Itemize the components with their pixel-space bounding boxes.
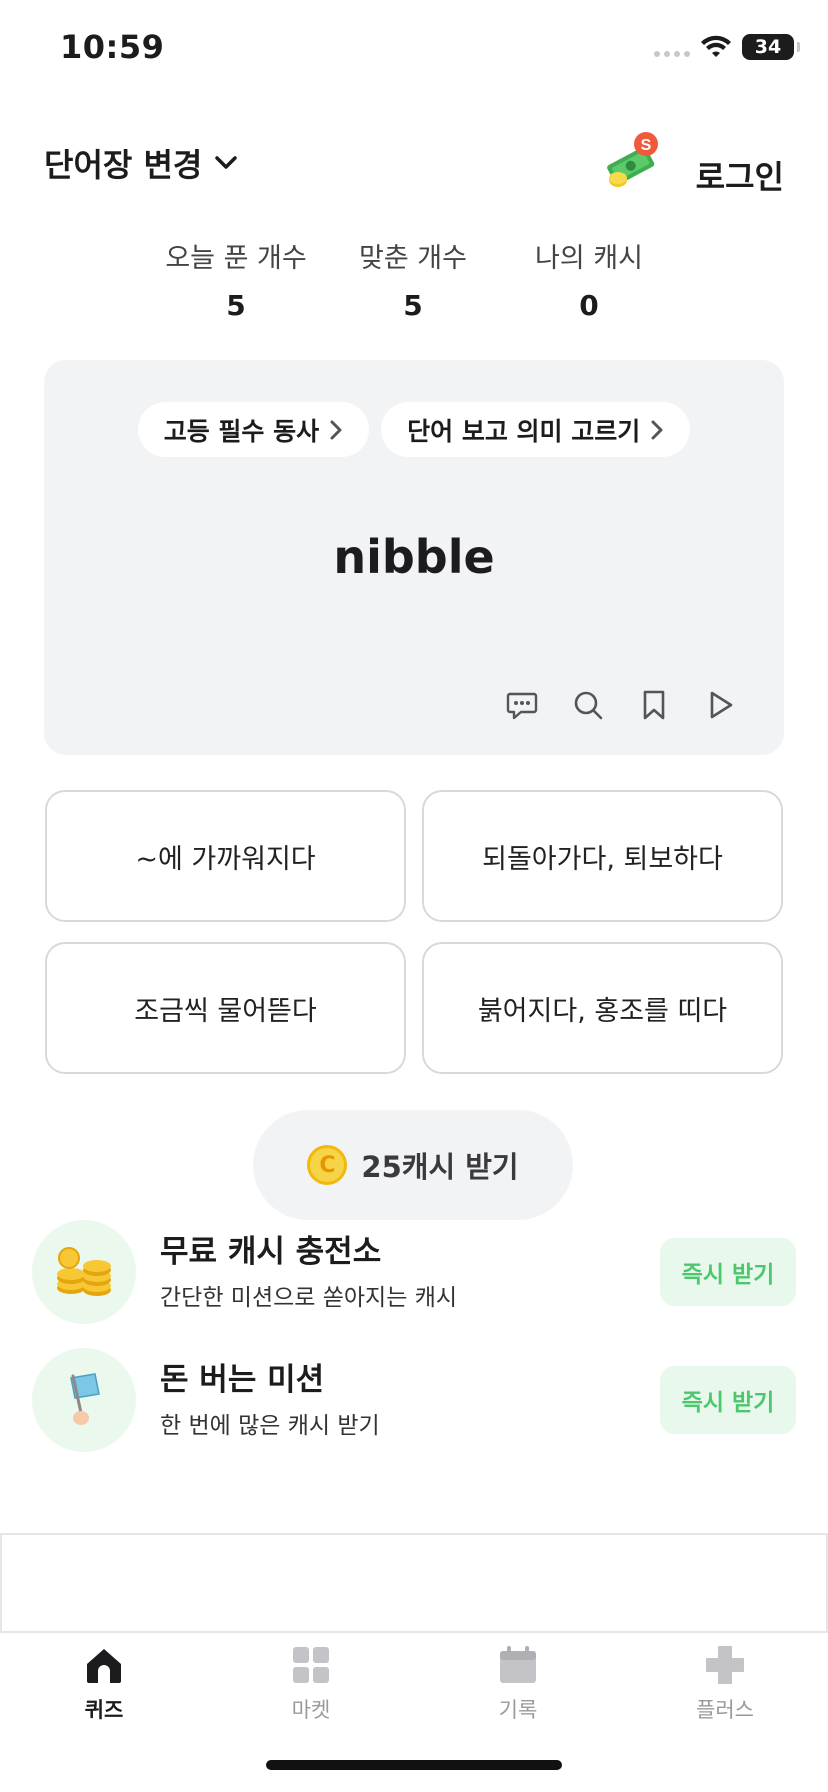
wordbook-switch-label: 단어장 변경	[44, 146, 203, 184]
quiz-mode-chip[interactable]: 단어 보고 의미 고르기	[381, 402, 691, 457]
stat-solved-today: 오늘 푼 개수 5	[146, 236, 326, 322]
header: 단어장 변경 S 로그인	[44, 130, 784, 200]
status-time: 10:59	[60, 28, 165, 66]
mission-title: 돈 버는 미션	[160, 1362, 325, 1398]
answer-option[interactable]: 붉어지다, 홍조를 띠다	[422, 942, 783, 1074]
answer-option[interactable]: 조금씩 물어뜯다	[45, 942, 406, 1074]
quiz-word: nibble	[333, 530, 495, 584]
home-icon	[87, 1649, 121, 1683]
get-cash-label: 25캐시 받기	[361, 1150, 519, 1184]
tab-label: 마켓	[291, 1698, 331, 1722]
grid-icon	[293, 1647, 329, 1683]
coins-icon	[32, 1220, 136, 1324]
wordbook-switch-button[interactable]: 단어장 변경	[44, 140, 240, 186]
tab-plus[interactable]: 플러스	[645, 1640, 805, 1724]
tab-label: 퀴즈	[84, 1698, 124, 1722]
tab-quiz[interactable]: 퀴즈	[24, 1640, 184, 1724]
claim-now-button[interactable]: 즉시 받기	[660, 1238, 796, 1306]
mission-subtitle: 한 번에 많은 캐시 받기	[160, 1413, 380, 1439]
category-chip[interactable]: 고등 필수 동사	[137, 402, 370, 457]
claim-now-button[interactable]: 즉시 받기	[660, 1366, 796, 1434]
mission-earn-money: 돈 버는 미션 한 번에 많은 캐시 받기 즉시 받기	[32, 1348, 796, 1452]
stat-value: 5	[226, 289, 246, 322]
tab-label: 플러스	[696, 1698, 754, 1722]
stat-my-cash: 나의 캐시 0	[499, 236, 679, 322]
chip-row: 고등 필수 동사 단어 보고 의미 고르기	[44, 402, 784, 457]
chevron-down-icon	[215, 156, 238, 169]
tab-history[interactable]: 기록	[438, 1640, 598, 1724]
stat-value: 5	[403, 289, 423, 322]
home-indicator	[266, 1760, 562, 1770]
answer-option[interactable]: 되돌아가다, 퇴보하다	[422, 790, 783, 922]
coin-icon: C	[307, 1145, 348, 1185]
quiz-mode-chip-label: 단어 보고 의미 고르기	[407, 416, 641, 446]
chevron-right-icon	[651, 420, 663, 439]
money-badge-text: S	[641, 137, 652, 154]
mission-title: 무료 캐시 충전소	[160, 1234, 382, 1270]
money-icon[interactable]: S	[602, 130, 664, 192]
get-cash-button[interactable]: C 25캐시 받기	[253, 1110, 573, 1220]
mission-subtitle: 간단한 미션으로 쏟아지는 캐시	[160, 1285, 458, 1311]
play-icon[interactable]	[704, 689, 736, 721]
tab-label: 기록	[498, 1698, 538, 1722]
wifi-icon	[701, 35, 731, 57]
cellular-signal-icon	[654, 37, 690, 57]
chat-icon[interactable]	[506, 689, 538, 721]
battery-icon: 34	[742, 34, 800, 60]
status-icons: 34	[654, 34, 800, 60]
mission-free-cash: 무료 캐시 충전소 간단한 미션으로 쏟아지는 캐시 즉시 받기	[32, 1220, 796, 1324]
plus-icon	[706, 1646, 744, 1684]
stat-correct: 맞춘 개수 5	[323, 236, 503, 322]
calendar-icon	[500, 1646, 536, 1683]
flag-icon	[32, 1348, 136, 1452]
chevron-right-icon	[330, 420, 342, 439]
login-button[interactable]: 로그인	[696, 152, 784, 198]
stat-label: 나의 캐시	[535, 243, 643, 274]
status-bar: 10:59 34	[0, 0, 828, 100]
card-actions	[506, 689, 736, 721]
answer-option[interactable]: ~에 가까워지다	[45, 790, 406, 922]
search-icon[interactable]	[572, 689, 604, 721]
tab-market[interactable]: 마켓	[231, 1640, 391, 1724]
answer-options: ~에 가까워지다 되돌아가다, 퇴보하다 조금씩 물어뜯다 붉어지다, 홍조를 …	[45, 790, 783, 1074]
stat-label: 오늘 푼 개수	[165, 243, 307, 274]
bookmark-icon[interactable]	[638, 689, 670, 721]
stat-label: 맞춘 개수	[359, 243, 467, 274]
tab-bar: 퀴즈 마켓 기록 플러스	[0, 1640, 828, 1730]
quiz-card: 고등 필수 동사 단어 보고 의미 고르기 nibble	[44, 360, 784, 755]
category-chip-label: 고등 필수 동사	[163, 416, 320, 446]
ad-banner-area	[0, 1533, 828, 1633]
stat-value: 0	[579, 289, 599, 322]
